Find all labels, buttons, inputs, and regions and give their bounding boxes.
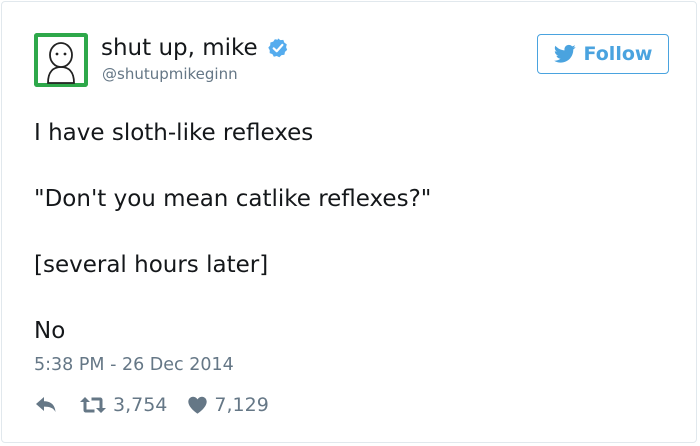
- tweet-text-line: I have sloth-like reflexes: [34, 120, 314, 146]
- author-name-row: shut up, mike: [101, 32, 289, 64]
- tweet-text-line: No: [34, 318, 66, 344]
- heart-icon[interactable]: [187, 395, 208, 415]
- like-count[interactable]: 7,129: [214, 392, 268, 418]
- follow-button-label: Follow: [583, 43, 653, 65]
- tweet-actions: 3,754 7,129: [34, 392, 269, 418]
- tweet-text-line: "Don't you mean catlike reflexes?": [34, 186, 432, 212]
- avatar[interactable]: [34, 33, 88, 87]
- author-display-name[interactable]: shut up, mike: [101, 32, 258, 64]
- tweet-card: shut up, mike @shutupmikeginn Follow I h…: [1, 1, 697, 443]
- follow-button[interactable]: Follow: [537, 34, 669, 74]
- tweet-text-line: [several hours later]: [34, 252, 269, 278]
- retweet-count[interactable]: 3,754: [113, 392, 167, 418]
- avatar-face-icon: [34, 33, 88, 87]
- retweet-icon[interactable]: [79, 394, 107, 416]
- verified-badge-icon: [267, 37, 289, 59]
- reply-icon[interactable]: [34, 394, 58, 416]
- twitter-bird-icon: [553, 44, 576, 64]
- tweet-timestamp[interactable]: 5:38 PM - 26 Dec 2014: [34, 352, 234, 378]
- author-handle[interactable]: @shutupmikeginn: [102, 64, 238, 84]
